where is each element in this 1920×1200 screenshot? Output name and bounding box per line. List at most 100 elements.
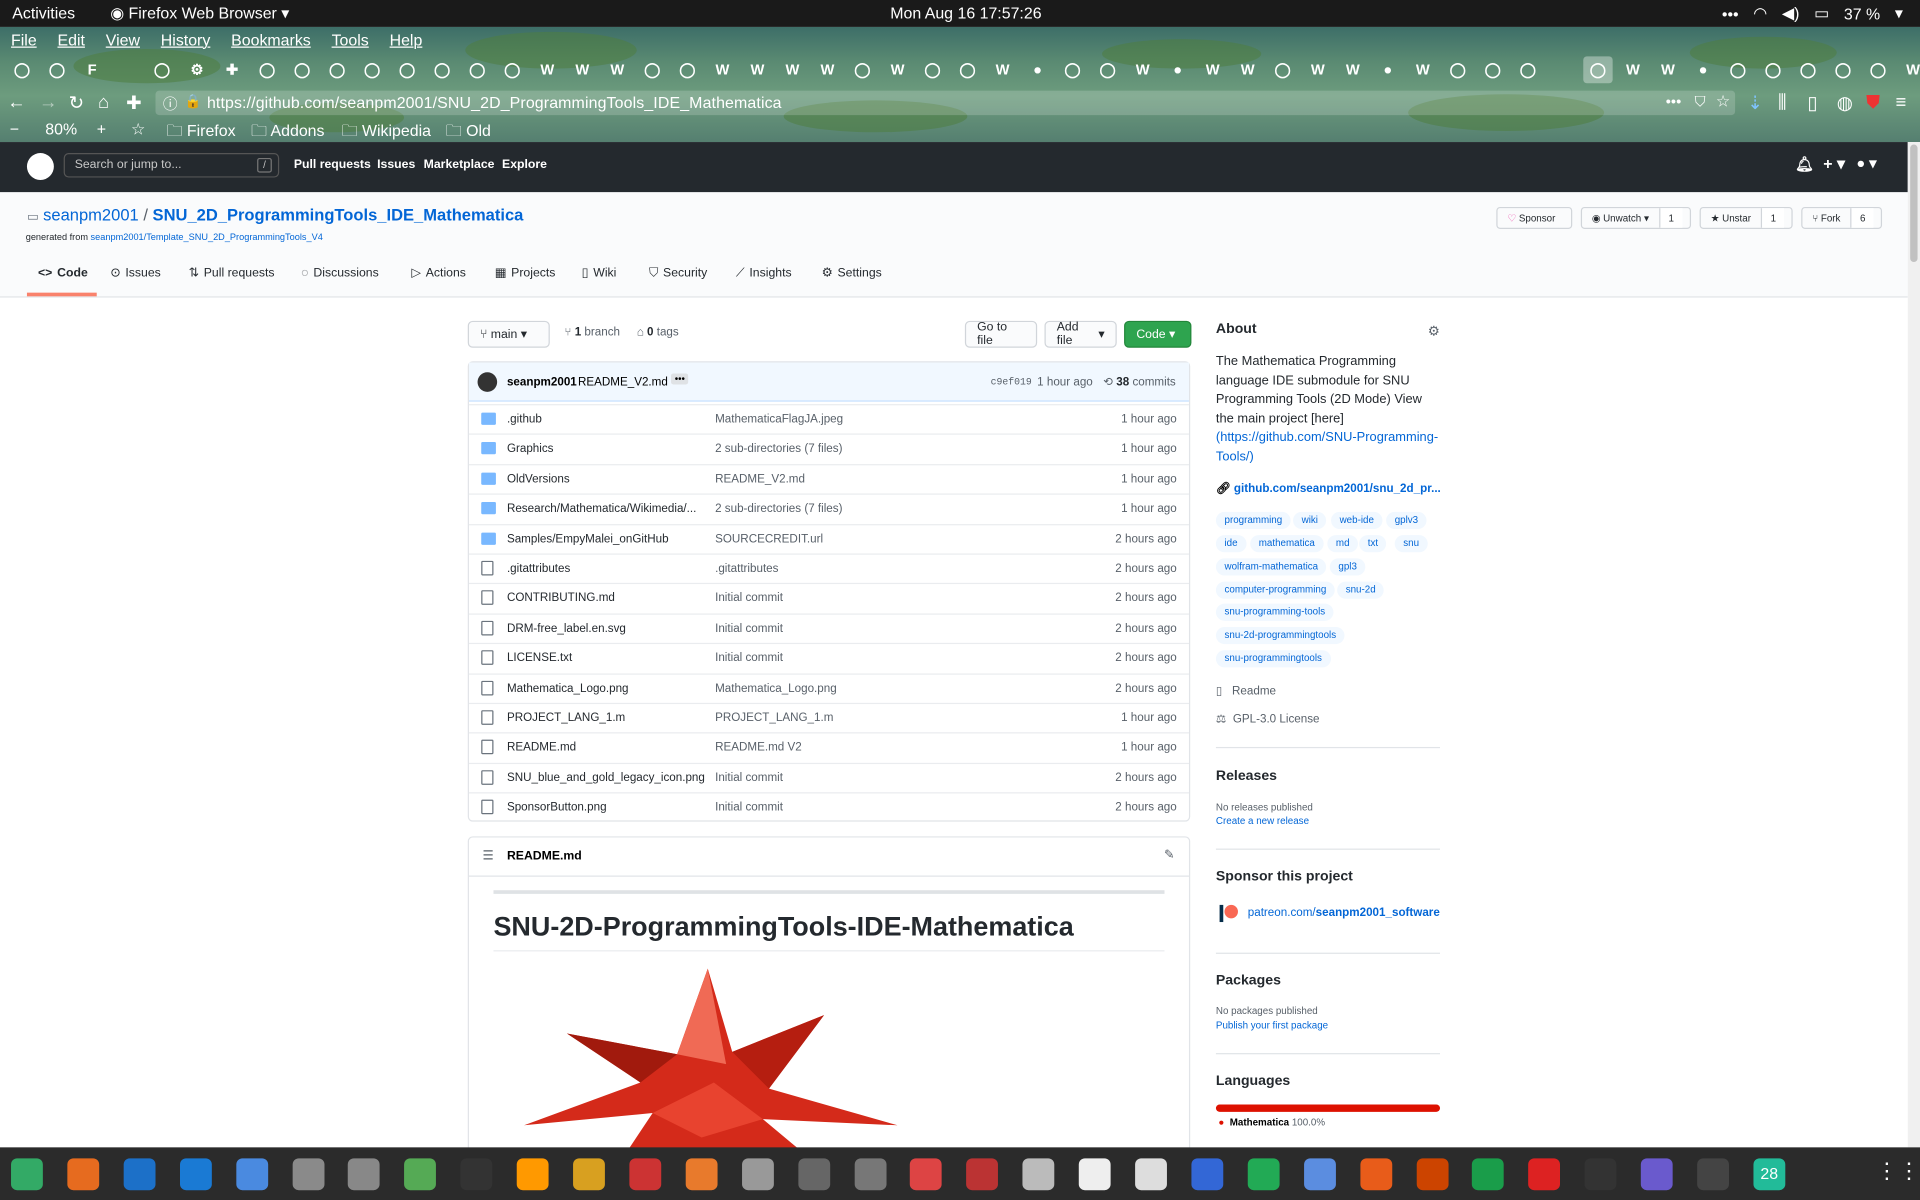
releases-title[interactable]: Releases bbox=[1216, 769, 1277, 784]
browser-tab-favicon-icon[interactable]: ◯ bbox=[428, 56, 457, 83]
commit-message-link[interactable]: Initial commit bbox=[715, 622, 783, 635]
table-row[interactable]: Mathematica_Logo.png Mathematica_Logo.png… bbox=[468, 672, 1189, 702]
browser-tab-favicon-icon[interactable]: ◯ bbox=[1583, 56, 1613, 84]
bookmark-star-icon[interactable]: ☆ bbox=[1716, 92, 1730, 112]
browser-tab-favicon-icon[interactable]: F bbox=[77, 56, 106, 83]
table-row[interactable]: Research/Mathematica/Wikimedia/... 2 sub-… bbox=[468, 493, 1189, 523]
topic-tag[interactable]: txt bbox=[1359, 535, 1387, 553]
browser-tab-favicon-icon[interactable]: W bbox=[603, 56, 632, 83]
back-icon[interactable]: ← bbox=[7, 92, 25, 113]
browser-tab-favicon-icon[interactable] bbox=[112, 56, 141, 83]
table-row[interactable]: Graphics 2 sub-directories (7 files) 1 hou… bbox=[468, 433, 1189, 463]
dock-app-icon[interactable] bbox=[348, 1158, 381, 1191]
table-row[interactable]: .github MathematicaFlagJA.jpeg 1 hour ago bbox=[468, 404, 1189, 433]
topic-tag[interactable]: gpl3 bbox=[1329, 558, 1366, 576]
browser-tab-favicon-icon[interactable]: W bbox=[813, 56, 842, 83]
browser-tab-favicon-icon[interactable]: ◯ bbox=[393, 56, 422, 83]
main-project-link[interactable]: (https://github.com/SNU-Programming-Tool… bbox=[1216, 430, 1438, 464]
dock-app-icon[interactable] bbox=[179, 1158, 212, 1191]
dock-app-icon[interactable] bbox=[460, 1158, 493, 1191]
browser-tab-favicon-icon[interactable]: W bbox=[1128, 56, 1157, 83]
downloads-icon[interactable]: ⇣ bbox=[1747, 92, 1762, 114]
browser-tab-favicon-icon[interactable]: ◯ bbox=[953, 56, 982, 83]
browser-tab-favicon-icon[interactable]: W bbox=[1198, 56, 1227, 83]
tab-wiki[interactable]: ▯ Wiki bbox=[582, 267, 617, 280]
homepage-link[interactable]: 🔗︎ github.com/seanpm2001/snu_2d_pr... bbox=[1216, 482, 1441, 495]
dock-app-icon[interactable] bbox=[854, 1158, 886, 1191]
hamburger-menu-icon[interactable]: ≡ bbox=[1896, 92, 1907, 113]
fork-count[interactable]: 6 bbox=[1850, 208, 1875, 228]
menu-edit[interactable]: Edit bbox=[46, 27, 94, 54]
readme-filename[interactable]: README.md bbox=[507, 850, 582, 863]
browser-tab-favicon-icon[interactable]: ✚ bbox=[217, 56, 246, 83]
dock-app-icon[interactable]: 28 bbox=[1753, 1158, 1786, 1191]
topic-tag[interactable]: md bbox=[1327, 535, 1359, 553]
commit-message-link[interactable]: Initial commit bbox=[715, 592, 783, 605]
topic-tag[interactable]: ide bbox=[1215, 535, 1247, 553]
menu-tools[interactable]: Tools bbox=[321, 27, 379, 54]
file-name-link[interactable]: .gitattributes bbox=[507, 562, 570, 575]
dock-app-icon[interactable] bbox=[404, 1158, 437, 1191]
browser-tab-favicon-icon[interactable]: ◯ bbox=[1093, 56, 1122, 83]
branch-selector[interactable]: ⑂ main ▾ bbox=[467, 320, 550, 348]
commit-expand-button[interactable]: ••• bbox=[671, 373, 689, 385]
tab-issues[interactable]: ⊙ Issues bbox=[110, 267, 161, 280]
browser-tab-favicon-icon[interactable]: ◯ bbox=[463, 56, 492, 83]
create-release-link[interactable]: Create a new release bbox=[1216, 816, 1309, 827]
fork-button[interactable]: ⑂ Fork 6 bbox=[1801, 206, 1883, 229]
info-icon[interactable]: ⓘ bbox=[163, 93, 178, 114]
topic-tag[interactable]: snu-programming-tools bbox=[1215, 603, 1334, 621]
add-file-button[interactable]: Add file ▾ bbox=[1044, 320, 1117, 348]
browser-tab-favicon-icon[interactable]: W bbox=[1898, 56, 1920, 83]
file-name-link[interactable]: OldVersions bbox=[507, 472, 570, 485]
commit-message-link[interactable]: README_V2.md bbox=[715, 472, 805, 485]
commit-message-link[interactable]: MathematicaFlagJA.jpeg bbox=[715, 413, 843, 426]
wifi-icon[interactable]: ◠ bbox=[1753, 4, 1767, 24]
app-menu[interactable]: ◉ Firefox Web Browser ▾ bbox=[110, 4, 289, 24]
dock-app-icon[interactable] bbox=[1303, 1158, 1336, 1191]
table-row[interactable]: PROJECT_LANG_1.m PROJECT_LANG_1.m 1 hour a… bbox=[468, 702, 1189, 732]
file-name-link[interactable]: .github bbox=[507, 413, 542, 426]
tab-actions[interactable]: ▷ Actions bbox=[411, 267, 465, 280]
zoom-in-icon[interactable]: + bbox=[97, 120, 106, 138]
file-name-link[interactable]: Graphics bbox=[507, 443, 554, 456]
create-new-icon[interactable]: + ▾ bbox=[1823, 154, 1845, 174]
dock-app-icon[interactable] bbox=[235, 1158, 268, 1191]
commit-message-link[interactable]: Initial commit bbox=[715, 801, 783, 814]
commits-link[interactable]: ⟲ 38 commits bbox=[1103, 376, 1175, 389]
scrollbar-thumb[interactable] bbox=[1910, 144, 1918, 263]
file-name-link[interactable]: CONTRIBUTING.md bbox=[507, 592, 615, 605]
browser-tab-favicon-icon[interactable]: W bbox=[883, 56, 912, 83]
topic-tag[interactable]: programming bbox=[1215, 511, 1291, 529]
browser-tab-favicon-icon[interactable]: ◯ bbox=[252, 56, 281, 83]
browser-tab-favicon-icon[interactable]: ◯ bbox=[1758, 56, 1787, 83]
topic-tag[interactable]: web-ide bbox=[1331, 511, 1383, 529]
zoom-out-icon[interactable]: − bbox=[10, 120, 19, 138]
reload-icon[interactable]: ↻ bbox=[69, 92, 84, 114]
readme-link[interactable]: ▯ Readme bbox=[1216, 684, 1276, 697]
tab-pull-requests[interactable]: ⇅ Pull requests bbox=[189, 267, 275, 280]
topic-tag[interactable]: snu-programmingtools bbox=[1215, 650, 1331, 668]
browser-tab-favicon-icon[interactable]: ◯ bbox=[498, 56, 527, 83]
browser-tab-favicon-icon[interactable]: ◯ bbox=[1058, 56, 1087, 83]
dock-app-icon[interactable] bbox=[910, 1158, 943, 1191]
github-logo-icon[interactable] bbox=[26, 153, 54, 181]
file-name-link[interactable]: PROJECT_LANG_1.m bbox=[507, 711, 625, 724]
browser-tab-favicon-icon[interactable]: ◯ bbox=[673, 56, 702, 83]
menu-view[interactable]: View bbox=[95, 27, 150, 54]
commit-message-link[interactable]: 2 sub-directories (7 files) bbox=[715, 443, 842, 456]
dock-app-icon[interactable] bbox=[1416, 1158, 1448, 1191]
ublock-icon[interactable]: ⛊ bbox=[1866, 92, 1880, 113]
tab-settings[interactable]: ⚙ Settings bbox=[822, 267, 882, 280]
browser-tab-favicon-icon[interactable]: ◯ bbox=[1828, 56, 1857, 83]
menu-history[interactable]: History bbox=[150, 27, 220, 54]
browser-tab-favicon-icon[interactable]: W bbox=[568, 56, 597, 83]
dock-app-icon[interactable] bbox=[797, 1158, 830, 1191]
file-name-link[interactable]: DRM-free_label.en.svg bbox=[507, 622, 626, 635]
table-row[interactable]: OldVersions README_V2.md 1 hour ago bbox=[468, 463, 1189, 493]
page-scrollbar[interactable] bbox=[1907, 142, 1920, 1148]
unstar-button[interactable]: ★ Unstar 1 bbox=[1699, 206, 1793, 229]
topic-tag[interactable]: wolfram-mathematica bbox=[1215, 558, 1327, 576]
browser-tab-favicon-icon[interactable]: W bbox=[708, 56, 737, 83]
browser-tab-favicon-icon[interactable]: ◯ bbox=[288, 56, 317, 83]
